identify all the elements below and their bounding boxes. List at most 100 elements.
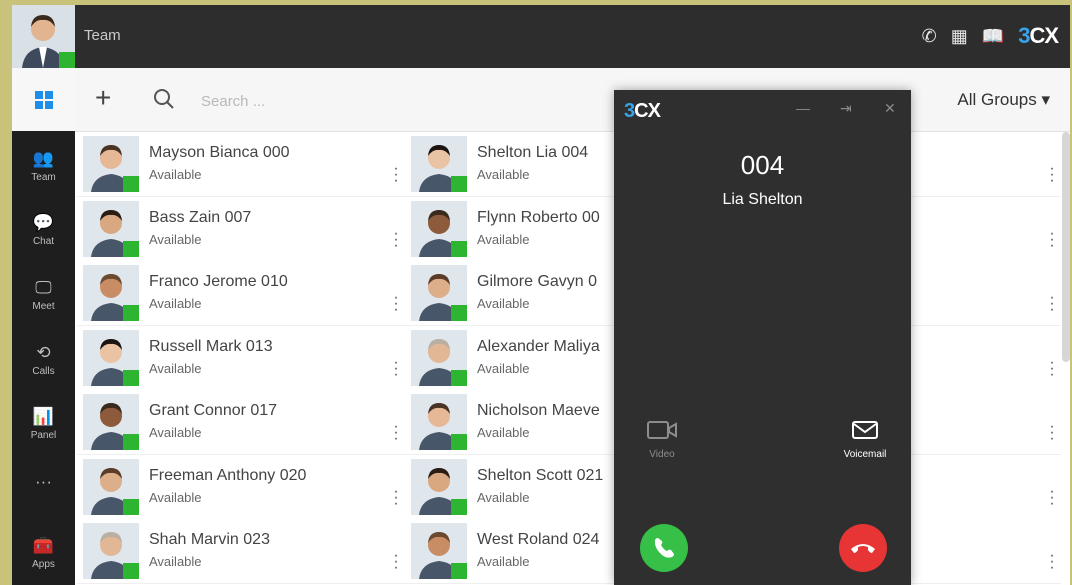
contact-card[interactable]: Bass Zain 007 Available · · · bbox=[77, 196, 405, 262]
contact-name: Bass Zain 007 bbox=[149, 208, 252, 226]
sidebar-item-label: Panel bbox=[30, 430, 57, 441]
sidebar-item-label: Team bbox=[31, 172, 56, 183]
sidebar-item-team[interactable]: 👥 Team bbox=[12, 139, 75, 199]
voicemail-button[interactable]: Voicemail bbox=[836, 420, 894, 460]
presence-indicator bbox=[451, 434, 467, 450]
more-options-icon[interactable]: ··· bbox=[1047, 225, 1057, 253]
contact-status: Available bbox=[149, 360, 202, 376]
caller-name: Lia Shelton bbox=[722, 191, 803, 208]
more-options-icon[interactable]: ··· bbox=[1047, 354, 1057, 382]
contact-avatar bbox=[411, 136, 467, 192]
contact-name: West Roland 024 bbox=[477, 531, 600, 548]
phone-icon bbox=[654, 538, 674, 558]
presence-indicator bbox=[59, 52, 75, 68]
presence-indicator bbox=[451, 563, 467, 579]
sidebar-item-more[interactable]: ··· bbox=[12, 462, 75, 522]
more-options-icon[interactable]: ··· bbox=[1047, 548, 1057, 576]
page-title: Team bbox=[84, 27, 121, 44]
presence-indicator bbox=[451, 240, 467, 257]
contact-avatar bbox=[411, 523, 467, 579]
contact-card[interactable]: Freeman Anthony 020 Available · · · bbox=[77, 454, 405, 520]
sidebar-item-panel[interactable]: 📊 Panel bbox=[12, 397, 75, 457]
contact-status: Available bbox=[149, 296, 202, 311]
search-input[interactable] bbox=[199, 86, 453, 116]
more-options-icon[interactable]: ··· bbox=[391, 354, 401, 382]
presence-indicator bbox=[451, 369, 467, 386]
contact-name: Shelton Lia 004 bbox=[477, 144, 589, 161]
add-button[interactable]: + bbox=[95, 82, 111, 114]
contact-status: Available bbox=[477, 554, 530, 569]
more-options-icon[interactable]: ··· bbox=[1047, 161, 1057, 189]
sidebar-item-meet[interactable]: 🖵 Meet bbox=[12, 268, 75, 328]
minimize-icon[interactable]: — bbox=[796, 100, 810, 116]
contact-name: Alexander Maliya bbox=[477, 337, 600, 355]
contact-name: Shah Marvin 023 bbox=[149, 531, 270, 548]
sidebar-item-label: Calls bbox=[32, 366, 55, 377]
toolbar: + All Groups ▾ bbox=[75, 68, 1070, 132]
more-options-icon[interactable]: ··· bbox=[391, 548, 401, 576]
windows-icon[interactable] bbox=[12, 68, 75, 131]
answer-call-button[interactable] bbox=[640, 524, 688, 572]
team-icon: 👥 bbox=[32, 149, 55, 168]
contact-status: Available bbox=[477, 489, 530, 505]
call-popup: 3CX — ⇥ ✕ 004 Lia Shelton Video Voicemai… bbox=[614, 90, 911, 585]
search-icon[interactable] bbox=[153, 88, 175, 115]
voicemail-icon bbox=[852, 421, 878, 439]
video-icon bbox=[647, 421, 677, 439]
contact-avatar bbox=[411, 458, 467, 515]
panel-icon: 📊 bbox=[32, 407, 55, 426]
contact-status: Available bbox=[477, 296, 530, 311]
sidebar-item-calls[interactable]: ⟲ Calls bbox=[12, 333, 75, 393]
user-avatar[interactable] bbox=[12, 5, 75, 68]
more-options-icon[interactable]: ··· bbox=[391, 225, 401, 253]
more-options-icon[interactable]: ··· bbox=[391, 290, 401, 318]
scrollbar[interactable] bbox=[1062, 132, 1070, 362]
presence-indicator bbox=[123, 563, 139, 579]
more-options-icon[interactable]: ··· bbox=[1047, 419, 1057, 447]
more-options-icon[interactable]: ··· bbox=[1047, 290, 1057, 318]
phone-icon[interactable]: ✆ bbox=[922, 26, 937, 47]
sidebar-item-chat[interactable]: 💬 Chat bbox=[12, 203, 75, 263]
calls-history-icon: ⟲ bbox=[36, 343, 51, 362]
groups-dropdown[interactable]: All Groups ▾ bbox=[957, 90, 1050, 110]
qr-code-icon[interactable]: ▦ bbox=[951, 26, 968, 47]
contact-card[interactable]: Franco Jerome 010 Available · · · bbox=[77, 261, 405, 326]
contact-avatar bbox=[83, 136, 139, 192]
call-brand-logo: 3CX bbox=[624, 100, 661, 122]
chat-icon: 💬 bbox=[32, 213, 55, 232]
contact-card[interactable]: Grant Connor 017 Available · · · bbox=[77, 390, 405, 455]
contact-card[interactable]: Mayson Bianca 000 Available · · · bbox=[77, 132, 405, 197]
book-icon[interactable]: 📖 bbox=[982, 26, 1004, 47]
apps-icon: 🧰 bbox=[32, 536, 55, 555]
contact-status: Available bbox=[149, 231, 202, 247]
contact-name: Grant Connor 017 bbox=[149, 402, 278, 419]
presence-indicator bbox=[123, 305, 139, 321]
decline-call-button[interactable] bbox=[839, 524, 887, 572]
presence-indicator bbox=[123, 434, 139, 450]
contact-card[interactable]: Shah Marvin 023 Available · · · bbox=[77, 519, 405, 584]
close-icon[interactable]: ✕ bbox=[884, 100, 896, 117]
app-window: Team ✆ ▦ 📖 3CX 👥 Team 💬 Chat 🖵 Meet ⟲ Calls 📊 Pan… bbox=[12, 5, 1070, 585]
caller-number: 004 bbox=[740, 150, 785, 180]
popout-icon[interactable]: ⇥ bbox=[840, 100, 852, 117]
more-options-icon[interactable]: ··· bbox=[391, 419, 401, 447]
contact-card[interactable]: Russell Mark 013 Available · · · bbox=[77, 325, 405, 391]
more-options-icon[interactable]: ··· bbox=[391, 483, 401, 511]
contact-avatar bbox=[83, 458, 139, 515]
left-sidebar: 👥 Team 💬 Chat 🖵 Meet ⟲ Calls 📊 Panel ··· 🧰 Apps bbox=[12, 68, 75, 585]
sidebar-item-label: Apps bbox=[32, 559, 55, 570]
contacts-grid: Mayson Bianca 000 Available · · · Bass Zain 0… bbox=[75, 132, 1061, 585]
video-button[interactable]: Video bbox=[642, 420, 682, 460]
contact-name: Flynn Roberto 00 bbox=[477, 208, 600, 226]
sidebar-item-label: Meet bbox=[32, 301, 55, 312]
sidebar-item-apps[interactable]: 🧰 Apps bbox=[12, 526, 75, 585]
contact-status: Available bbox=[477, 167, 530, 182]
contact-avatar bbox=[83, 200, 139, 257]
more-options-icon[interactable]: ··· bbox=[1047, 483, 1057, 511]
contact-status: Available bbox=[477, 425, 530, 440]
contact-avatar bbox=[83, 329, 139, 386]
contact-status: Available bbox=[149, 554, 202, 569]
presence-indicator bbox=[123, 240, 139, 257]
voicemail-label: Voicemail bbox=[843, 449, 887, 460]
more-options-icon[interactable]: ··· bbox=[391, 161, 401, 189]
